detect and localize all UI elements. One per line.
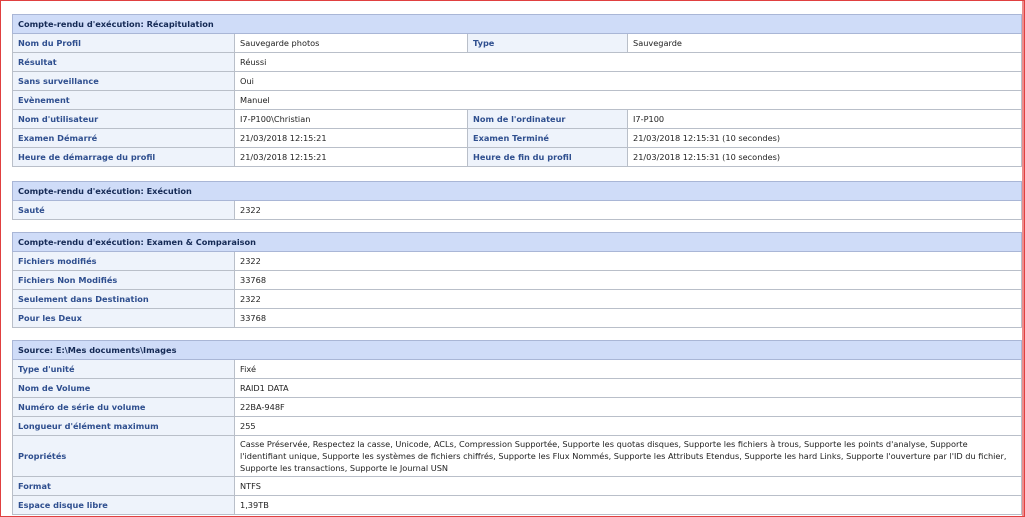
table-row: Nom du Profil Sauvegarde photos Type Sauveg… — [12, 33, 1022, 53]
compare-section-header: Compte-rendu d'exécution: Examen & Compa… — [12, 232, 1022, 252]
table-row: Pour les Deux 33768 — [12, 308, 1022, 328]
field-label-format: Format — [12, 476, 235, 496]
field-label-type-d-unite: Type d'unité — [12, 359, 235, 379]
table-row: Type d'unité Fixé — [12, 359, 1023, 379]
field-value-heure-de-fin-du-profil: 21/03/2018 12:15:31 (10 secondes) — [627, 147, 1022, 167]
table-row: Numéro de série du volume 22BA-948F — [12, 397, 1023, 417]
field-label-evenement: Evènement — [12, 90, 235, 110]
field-value-proprietes: Casse Préservée, Respectez la casse, Uni… — [233, 435, 1023, 477]
field-value-type: Sauvegarde — [627, 33, 1022, 53]
execution-section-header: Compte-rendu d'exécution: Exécution — [12, 181, 1022, 201]
source-table: Source: E:\Mes documents\Images Type d'un… — [11, 340, 1023, 515]
field-value-saute: 2322 — [234, 200, 1022, 220]
compare-table: Compte-rendu d'exécution: Examen & Compa… — [12, 232, 1022, 328]
source-section-header: Source: E:\Mes documents\Images — [11, 340, 1023, 360]
table-row: Sauté 2322 — [12, 200, 1022, 220]
field-label-examen-termine: Examen Terminé — [467, 128, 628, 148]
field-label-heure-de-demarrage-du-profil: Heure de démarrage du profil — [12, 147, 235, 167]
field-label-sans-surveillance: Sans surveillance — [12, 71, 235, 91]
field-value-type-d-unite: Fixé — [233, 359, 1023, 379]
table-row: Nom d'utilisateur I7-P100\Christian Nom de… — [12, 109, 1022, 129]
field-label-nom-de-volume: Nom de Volume — [12, 378, 235, 398]
field-label-resultat: Résultat — [12, 52, 235, 72]
window-edge — [1022, 1, 1024, 516]
field-value-resultat: Réussi — [234, 52, 1022, 72]
field-label-fichiers-modifies: Fichiers modifiés — [12, 251, 235, 271]
report-window: Compte-rendu d'exécution: Récapitulation… — [0, 0, 1025, 517]
field-value-nom-d-utilisateur: I7-P100\Christian — [234, 109, 468, 129]
field-value-format: NTFS — [233, 476, 1023, 496]
field-value-nom-de-l-ordinateur: I7-P100 — [627, 109, 1022, 129]
field-value-nom-du-profil: Sauvegarde photos — [234, 33, 468, 53]
field-label-espace-disque-libre: Espace disque libre — [12, 495, 235, 515]
table-row: Nom de Volume RAID1 DATA — [12, 378, 1023, 398]
table-row: Sans surveillance Oui — [12, 71, 1022, 91]
table-row: Evènement Manuel — [12, 90, 1022, 110]
table-row: Seulement dans Destination 2322 — [12, 289, 1022, 309]
field-label-nom-d-utilisateur: Nom d'utilisateur — [12, 109, 235, 129]
field-value-espace-disque-libre: 1,39TB — [233, 495, 1023, 515]
field-label-nom-de-l-ordinateur: Nom de l'ordinateur — [467, 109, 628, 129]
field-value-examen-termine: 21/03/2018 12:15:31 (10 secondes) — [627, 128, 1022, 148]
table-row: Espace disque libre 1,39TB — [12, 495, 1023, 515]
field-value-fichiers-non-modifies: 33768 — [234, 270, 1022, 290]
summary-section-header: Compte-rendu d'exécution: Récapitulation — [12, 14, 1022, 34]
table-row: Examen Démarré 21/03/2018 12:15:21 Examen … — [12, 128, 1022, 148]
field-label-pour-les-deux: Pour les Deux — [12, 308, 235, 328]
field-value-seulement-dans-destination: 2322 — [234, 289, 1022, 309]
execution-table: Compte-rendu d'exécution: Exécution Sauté… — [12, 181, 1022, 220]
field-value-heure-de-demarrage-du-profil: 21/03/2018 12:15:21 — [234, 147, 468, 167]
field-label-fichiers-non-modifies: Fichiers Non Modifiés — [12, 270, 235, 290]
table-row: Longueur d'élément maximum 255 — [12, 416, 1023, 436]
summary-table: Compte-rendu d'exécution: Récapitulation… — [12, 14, 1022, 167]
field-value-longueur-d-element-maximum: 255 — [233, 416, 1023, 436]
field-value-fichiers-modifies: 2322 — [234, 251, 1022, 271]
table-row: Fichiers modifiés 2322 — [12, 251, 1022, 271]
field-value-pour-les-deux: 33768 — [234, 308, 1022, 328]
field-value-sans-surveillance: Oui — [234, 71, 1022, 91]
field-label-longueur-d-element-maximum: Longueur d'élément maximum — [12, 416, 235, 436]
field-label-numero-de-serie-du-volume: Numéro de série du volume — [12, 397, 235, 417]
field-label-nom-du-profil: Nom du Profil — [12, 33, 235, 53]
field-label-examen-demarre: Examen Démarré — [12, 128, 235, 148]
table-row: Format NTFS — [12, 476, 1023, 496]
field-label-heure-de-fin-du-profil: Heure de fin du profil — [467, 147, 628, 167]
table-row: Propriétés Casse Préservée, Respectez la … — [12, 435, 1023, 477]
field-label-proprietes: Propriétés — [12, 435, 235, 477]
field-value-numero-de-serie-du-volume: 22BA-948F — [233, 397, 1023, 417]
field-value-nom-de-volume: RAID1 DATA — [233, 378, 1023, 398]
field-value-examen-demarre: 21/03/2018 12:15:21 — [234, 128, 468, 148]
table-row: Résultat Réussi — [12, 52, 1022, 72]
table-row: Heure de démarrage du profil 21/03/2018 1… — [12, 147, 1022, 167]
field-label-seulement-dans-destination: Seulement dans Destination — [12, 289, 235, 309]
field-label-type: Type — [467, 33, 628, 53]
field-label-saute: Sauté — [12, 200, 235, 220]
field-value-evenement: Manuel — [234, 90, 1022, 110]
table-row: Fichiers Non Modifiés 33768 — [12, 270, 1022, 290]
